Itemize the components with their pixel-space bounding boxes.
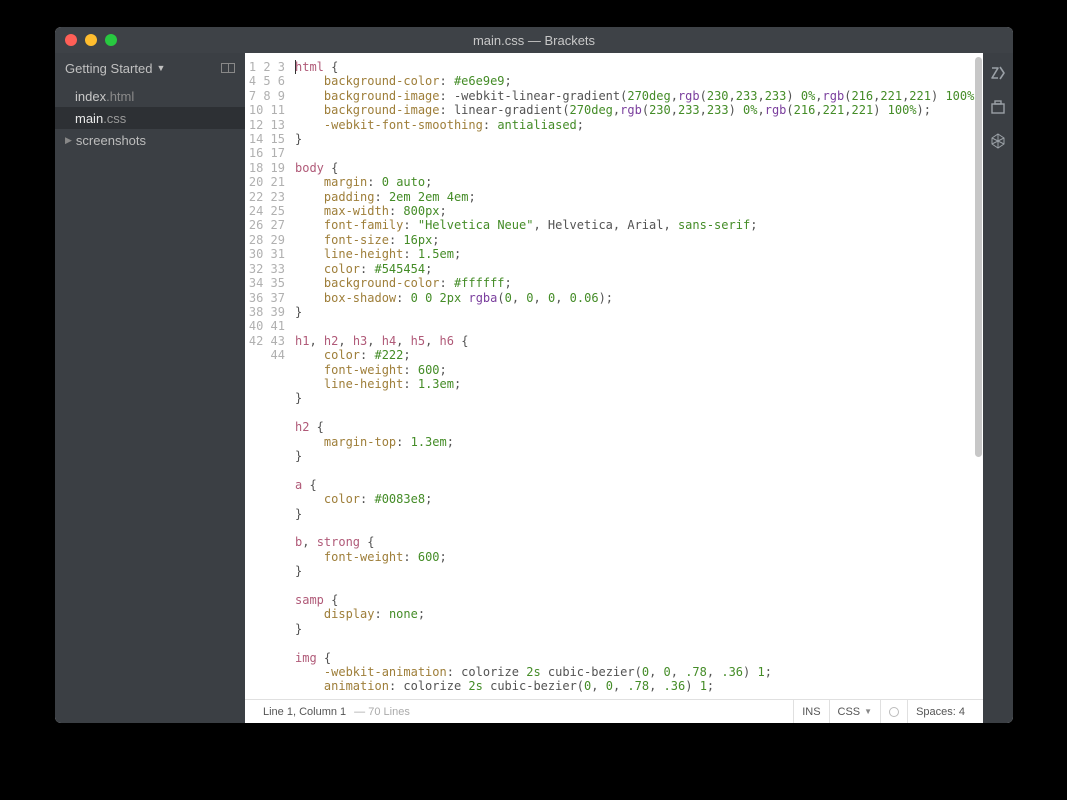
main-area: Getting Started ▼ index.htmlmain.css ▶sc…: [55, 53, 1013, 723]
file-item-index[interactable]: index.html: [55, 85, 245, 107]
chevron-down-icon: ▼: [156, 63, 165, 73]
window-title: main.css — Brackets: [55, 33, 1013, 48]
sidebar: Getting Started ▼ index.htmlmain.css ▶sc…: [55, 53, 245, 723]
scrollbar-thumb[interactable]: [975, 57, 982, 457]
working-files: index.htmlmain.css: [55, 83, 245, 129]
editor-panel: 1 2 3 4 5 6 7 8 9 10 11 12 13 14 15 16 1…: [245, 53, 983, 723]
app-window: main.css — Brackets Getting Started ▼ in…: [55, 27, 1013, 723]
vertical-scrollbar[interactable]: [974, 53, 983, 699]
live-preview-icon[interactable]: [990, 65, 1006, 81]
split-view-icon[interactable]: [221, 63, 235, 73]
insert-mode[interactable]: INS: [793, 700, 828, 723]
file-item-main[interactable]: main.css: [55, 107, 245, 129]
cursor-position[interactable]: Line 1, Column 1: [255, 706, 354, 718]
traffic-lights: [55, 34, 117, 46]
plugin-icon[interactable]: [990, 133, 1006, 149]
triangle-right-icon: ▶: [65, 135, 72, 146]
statusbar: Line 1, Column 1 — 70 Lines INS CSS▼ Spa…: [245, 699, 983, 723]
indent-setting[interactable]: Spaces: 4: [907, 700, 973, 723]
close-button[interactable]: [65, 34, 77, 46]
line-gutter: 1 2 3 4 5 6 7 8 9 10 11 12 13 14 15 16 1…: [245, 53, 293, 699]
folder-item-screenshots[interactable]: ▶screenshots: [55, 129, 245, 151]
maximize-button[interactable]: [105, 34, 117, 46]
minimize-button[interactable]: [85, 34, 97, 46]
circle-icon: [889, 707, 899, 717]
right-toolbar: [983, 53, 1013, 723]
line-count: — 70 Lines: [354, 706, 410, 718]
editor[interactable]: 1 2 3 4 5 6 7 8 9 10 11 12 13 14 15 16 1…: [245, 53, 983, 699]
extensions-icon[interactable]: [990, 99, 1006, 115]
code-area[interactable]: html { background-color: #e6e9e9; backgr…: [293, 53, 983, 699]
titlebar: main.css — Brackets: [55, 27, 1013, 53]
language-mode[interactable]: CSS▼: [829, 700, 881, 723]
project-name: Getting Started: [65, 61, 152, 76]
project-header[interactable]: Getting Started ▼: [55, 53, 245, 83]
linting-status[interactable]: [880, 700, 907, 723]
folder-list: ▶screenshots: [55, 129, 245, 151]
